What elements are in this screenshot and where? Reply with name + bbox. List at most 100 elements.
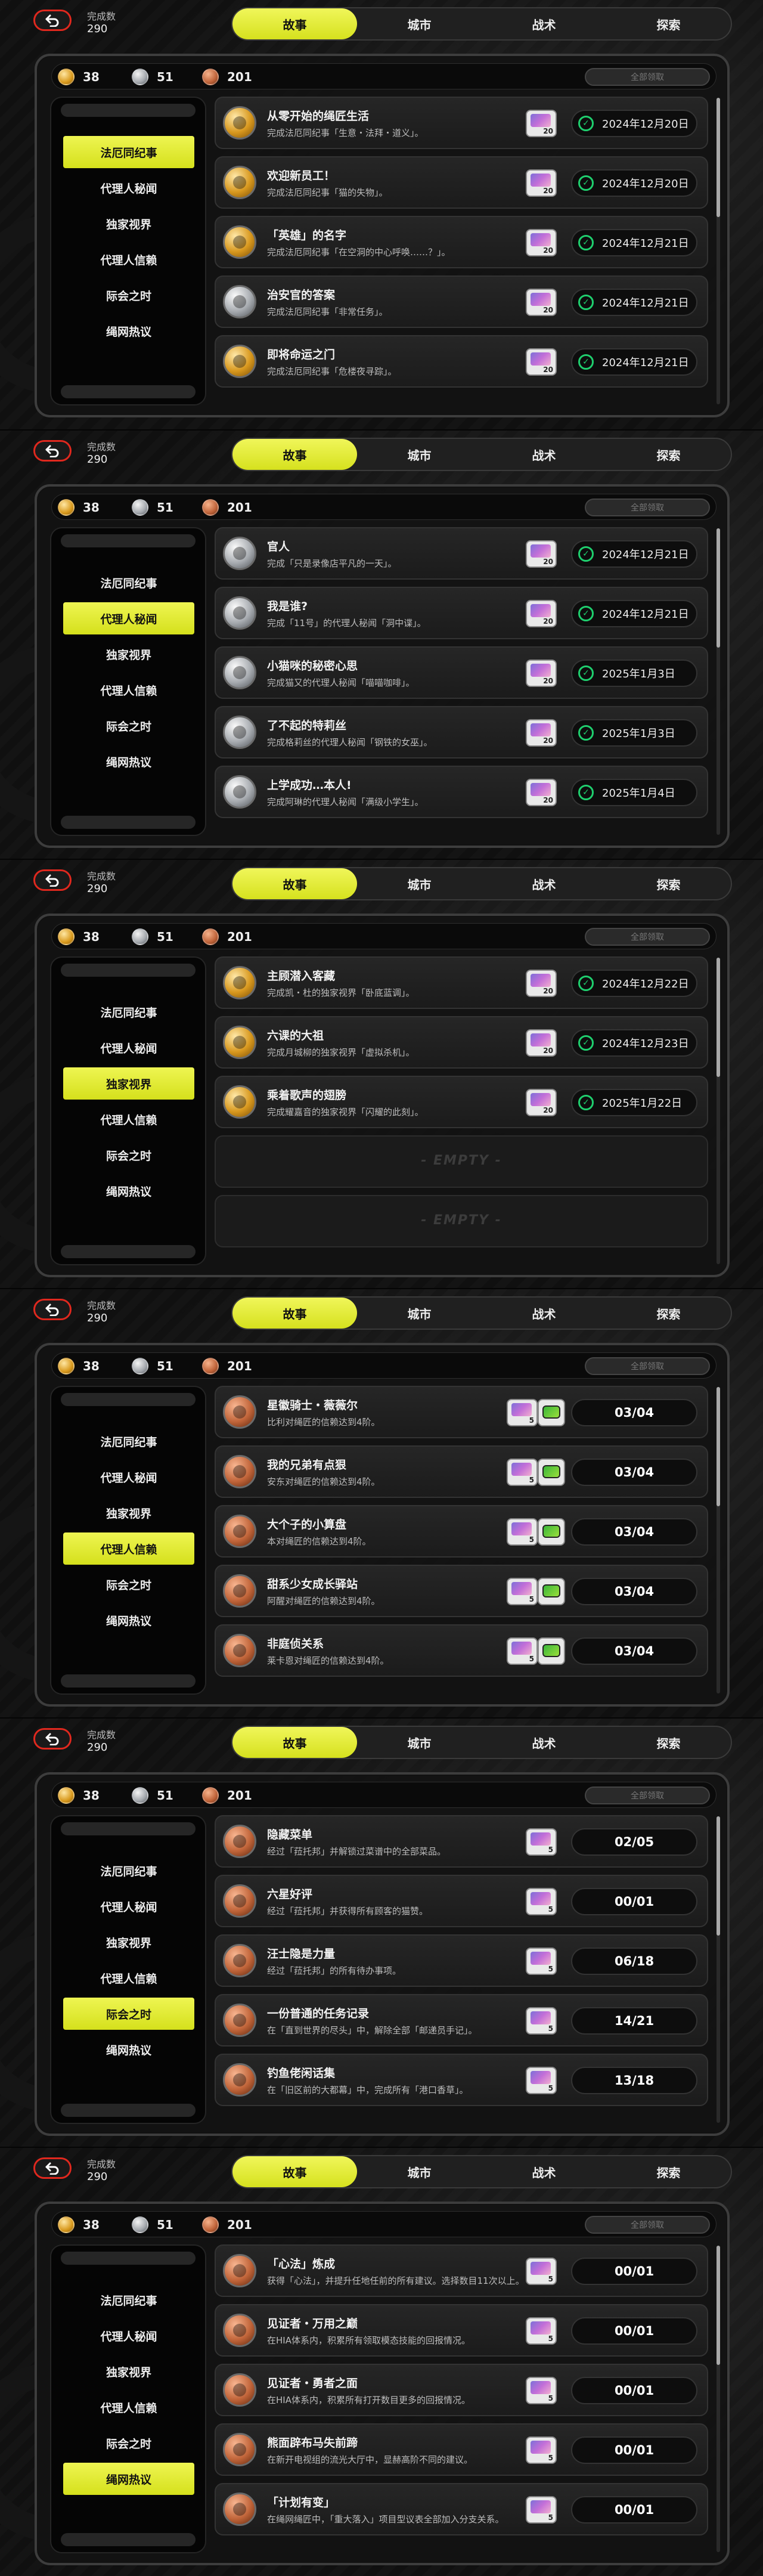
sidebar-item-hangout[interactable]: 际会之时 xyxy=(63,1139,194,1171)
back-button[interactable] xyxy=(33,869,72,891)
tab-tactics[interactable]: 战术 xyxy=(482,1727,606,1758)
sidebar-item-agent-stories[interactable]: 代理人秘闻 xyxy=(63,172,194,204)
sidebar-item-hangout[interactable]: 际会之时 xyxy=(63,1568,194,1600)
achievement-card[interactable]: 欢迎新员工！ 完成法厄同纪事「猫的失物」。 20 ✓ 2024年12月20日 xyxy=(215,156,708,209)
reward-item[interactable]: 5 xyxy=(526,2377,557,2404)
tab-tactics[interactable]: 战术 xyxy=(482,439,606,470)
tab-story[interactable]: 故事 xyxy=(232,1727,357,1758)
reward-item[interactable]: 20 xyxy=(526,348,557,376)
list-scrollbar[interactable] xyxy=(717,1816,720,2123)
reward-item[interactable]: 5 xyxy=(526,2496,557,2524)
tab-explore[interactable]: 探索 xyxy=(606,439,731,470)
claim-all-button[interactable]: 全部领取 xyxy=(585,68,710,86)
sidebar-item-agent-trust[interactable]: 代理人信赖 xyxy=(63,674,194,706)
claim-all-button[interactable]: 全部领取 xyxy=(585,1787,710,1804)
reward-item[interactable]: 5 xyxy=(526,2258,557,2285)
reward-item-secondary[interactable] xyxy=(538,1459,565,1486)
achievement-card[interactable]: 甜系少女成长驿站 阿醒对绳匠的信赖达到4阶。 5 03/04 xyxy=(215,1565,708,1617)
sidebar-scroll-up[interactable] xyxy=(61,104,196,117)
scrollbar-thumb[interactable] xyxy=(717,958,720,1077)
achievement-card[interactable]: 星徽骑士・薇薇尔 比利对绳匠的信赖达到4阶。 5 03/04 xyxy=(215,1386,708,1438)
achievement-card[interactable]: 大个子的小算盘 本对绳匠的信赖达到4阶。 5 03/04 xyxy=(215,1505,708,1558)
achievement-card[interactable]: 从零开始的绳匠生活 完成法厄同纪事「生意・法拜・道义」。 20 ✓ 2024年12月20… xyxy=(215,97,708,149)
sidebar-scroll-down[interactable] xyxy=(61,1245,196,1258)
claim-all-button[interactable]: 全部领取 xyxy=(585,928,710,946)
achievement-card[interactable]: 熊面辟布马失前蹄 在新开电视组的流光大厅中，显赫高阶不同的建议。 5 00/01 xyxy=(215,2423,708,2476)
tab-explore[interactable]: 探索 xyxy=(606,1298,731,1329)
back-button[interactable] xyxy=(33,440,72,462)
tab-story[interactable]: 故事 xyxy=(232,868,357,899)
reward-item[interactable]: 20 xyxy=(526,229,557,256)
sidebar-item-agent-trust[interactable]: 代理人信赖 xyxy=(63,2391,194,2423)
sidebar-item-agent-trust[interactable]: 代理人信赖 xyxy=(63,1962,194,1994)
reward-item-secondary[interactable] xyxy=(538,1399,565,1426)
achievement-card[interactable]: 即将命运之门 完成法厄同纪事「危楼夜寻踪」。 20 ✓ 2024年12月21日 xyxy=(215,335,708,388)
achievement-card[interactable]: 了不起的特莉丝 完成格莉丝的代理人秘闻「钢铁的女巫」。 20 ✓ 2025年1月3日 xyxy=(215,706,708,758)
sidebar-item-exclusive-view[interactable]: 独家视界 xyxy=(63,208,194,240)
list-scrollbar[interactable] xyxy=(717,528,720,835)
sidebar-scroll-down[interactable] xyxy=(61,2533,196,2546)
reward-item-secondary[interactable] xyxy=(538,1578,565,1605)
sidebar-item-inknot-topics[interactable]: 绳网热议 xyxy=(63,1604,194,1636)
sidebar-item-phaethon-chronicle[interactable]: 法厄同纪事 xyxy=(63,1425,194,1457)
achievement-card[interactable]: 六课的大祖 完成月城柳的独家视界「虚拟杀机」。 20 ✓ 2024年12月23日 xyxy=(215,1016,708,1069)
achievement-card[interactable]: 上学成功…本人! 完成阿琳的代理人秘闻「满级小学生」。 20 ✓ 2025年1月4日 xyxy=(215,766,708,818)
achievement-card[interactable]: 隐藏菜单 经过「菈托邦」并解锁过菜谱中的全部菜品。 5 02/05 xyxy=(215,1815,708,1868)
achievement-card[interactable]: 我的兄弟有点狠 安东对绳匠的信赖达到4阶。 5 03/04 xyxy=(215,1445,708,1498)
tab-story[interactable]: 故事 xyxy=(232,8,357,39)
sidebar-item-phaethon-chronicle[interactable]: 法厄同纪事 xyxy=(63,566,194,599)
sidebar-item-agent-trust[interactable]: 代理人信赖 xyxy=(63,243,194,275)
scrollbar-thumb[interactable] xyxy=(717,2246,720,2365)
sidebar-item-phaethon-chronicle[interactable]: 法厄同纪事 xyxy=(63,1854,194,1887)
list-scrollbar[interactable] xyxy=(717,958,720,1264)
achievement-card[interactable]: 「心法」炼成 获得「心法」，并提升任地任前的所有建议。选择数目11次以上。 5 00/… xyxy=(215,2244,708,2297)
sidebar-item-phaethon-chronicle[interactable]: 法厄同纪事 xyxy=(63,136,194,168)
reward-item[interactable]: 20 xyxy=(526,779,557,806)
sidebar-item-hangout[interactable]: 际会之时 xyxy=(63,1998,194,2030)
claim-all-button[interactable]: 全部领取 xyxy=(585,2216,710,2234)
back-button[interactable] xyxy=(33,1299,72,1320)
sidebar-item-inknot-topics[interactable]: 绳网热议 xyxy=(63,745,194,778)
reward-item[interactable]: 5 xyxy=(526,2436,557,2464)
sidebar-scroll-down[interactable] xyxy=(61,385,196,398)
list-scrollbar[interactable] xyxy=(717,1387,720,1693)
tab-story[interactable]: 故事 xyxy=(232,1298,357,1329)
achievement-card[interactable]: 六星好评 经过「菈托邦」并获得所有顾客的猫赞。 5 00/01 xyxy=(215,1875,708,1927)
sidebar-item-hangout[interactable]: 际会之时 xyxy=(63,710,194,742)
reward-item-secondary[interactable] xyxy=(538,1637,565,1665)
back-button[interactable] xyxy=(33,1728,72,1750)
sidebar-item-exclusive-view[interactable]: 独家视界 xyxy=(63,1926,194,1958)
sidebar-item-inknot-topics[interactable]: 绳网热议 xyxy=(63,1175,194,1207)
scrollbar-thumb[interactable] xyxy=(717,1816,720,1936)
tab-explore[interactable]: 探索 xyxy=(606,1727,731,1758)
reward-item[interactable]: 5 xyxy=(526,1828,557,1856)
tab-story[interactable]: 故事 xyxy=(232,439,357,470)
achievement-card[interactable]: 乘着歌声的翅膀 完成耀嘉音的独家视界「闪耀的此刻」。 20 ✓ 2025年1月22日 xyxy=(215,1076,708,1128)
achievement-card[interactable]: 汪士隐是力量 经过「菈托邦」的所有待办事项。 5 06/18 xyxy=(215,1934,708,1987)
sidebar-item-exclusive-view[interactable]: 独家视界 xyxy=(63,638,194,670)
achievement-card[interactable]: 见证者・勇者之面 在HIA体系内，积累所有打开数目更多的回报情况。 5 00/01 xyxy=(215,2364,708,2416)
sidebar-item-agent-stories[interactable]: 代理人秘闻 xyxy=(63,1461,194,1493)
reward-item[interactable]: 20 xyxy=(526,1089,557,1116)
achievement-card[interactable]: 一份普通的任务记录 在「直到世界的尽头」中，解除全部「邮递员手记」。 5 14/21 xyxy=(215,1994,708,2046)
sidebar-item-agent-trust[interactable]: 代理人信赖 xyxy=(63,1532,194,1565)
tab-city[interactable]: 城市 xyxy=(357,1727,482,1758)
scrollbar-thumb[interactable] xyxy=(717,98,720,217)
sidebar-item-agent-stories[interactable]: 代理人秘闻 xyxy=(63,1890,194,1922)
reward-item[interactable]: 5 xyxy=(507,1518,538,1546)
reward-item[interactable]: 20 xyxy=(526,660,557,687)
scrollbar-thumb[interactable] xyxy=(717,528,720,648)
sidebar-scroll-down[interactable] xyxy=(61,2104,196,2117)
sidebar-item-agent-stories[interactable]: 代理人秘闻 xyxy=(63,2320,194,2352)
sidebar-item-hangout[interactable]: 际会之时 xyxy=(63,279,194,311)
tab-explore[interactable]: 探索 xyxy=(606,868,731,899)
claim-all-button[interactable]: 全部领取 xyxy=(585,1357,710,1375)
scrollbar-thumb[interactable] xyxy=(717,1387,720,1506)
sidebar-item-phaethon-chronicle[interactable]: 法厄同纪事 xyxy=(63,996,194,1028)
sidebar-item-agent-stories[interactable]: 代理人秘闻 xyxy=(63,602,194,634)
sidebar-item-exclusive-view[interactable]: 独家视界 xyxy=(63,2355,194,2388)
tab-city[interactable]: 城市 xyxy=(357,868,482,899)
list-scrollbar[interactable] xyxy=(717,2246,720,2552)
tab-city[interactable]: 城市 xyxy=(357,8,482,39)
tab-city[interactable]: 城市 xyxy=(357,2156,482,2187)
